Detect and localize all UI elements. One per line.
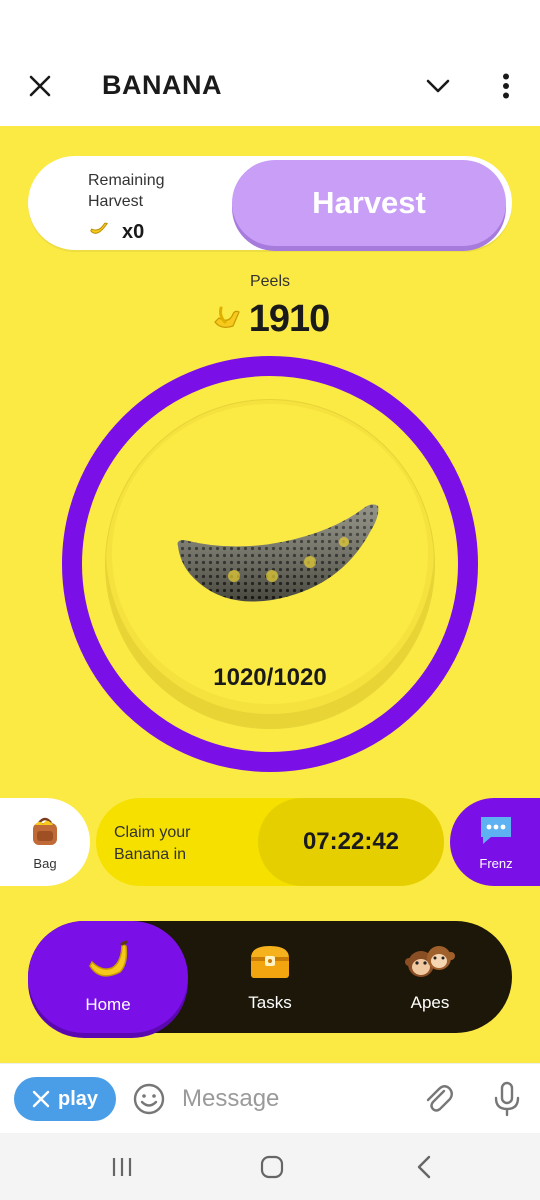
remaining-harvest-value: x0 (88, 218, 144, 246)
nav-home-label: Home (85, 994, 131, 1014)
close-icon[interactable] (22, 68, 58, 104)
nav-tasks-label: Tasks (248, 992, 292, 1012)
play-button[interactable]: play (14, 1077, 116, 1121)
banana-peel-icon (211, 302, 243, 337)
frenz-label: Frenz (479, 856, 513, 871)
page-title: BANANA (102, 70, 222, 100)
chevron-down-icon[interactable] (420, 68, 456, 104)
nav-apes[interactable]: Apes (350, 921, 510, 1033)
message-input[interactable] (182, 1080, 402, 1118)
claim-bar: Claim your Banana in 07:22:42 (96, 798, 444, 886)
peels-balance: 1910 (0, 298, 540, 341)
message-bar: play (0, 1063, 540, 1133)
recent-apps-icon[interactable] (102, 1151, 142, 1183)
play-label: play (57, 1087, 99, 1110)
emoji-icon[interactable] (132, 1082, 166, 1116)
app-header: BANANA (0, 48, 540, 126)
bag-button[interactable]: Bag (0, 798, 90, 886)
nav-tasks[interactable]: Tasks (190, 921, 350, 1033)
attachment-icon[interactable] (422, 1082, 456, 1116)
banana-icon (88, 218, 110, 246)
energy-counter: 1020/1020 (213, 664, 327, 691)
back-icon[interactable] (404, 1151, 444, 1183)
peels-label: Peels (249, 273, 291, 290)
peels-value: 1910 (248, 298, 331, 340)
harvest-card: Remaining Harvest x0 Harvest (28, 156, 512, 250)
claim-timer[interactable]: 07:22:42 (258, 798, 444, 886)
close-icon (32, 1090, 50, 1108)
remaining-harvest-label: Remaining Harvest (88, 172, 165, 210)
bag-icon (27, 813, 63, 854)
chat-bubble-icon (477, 813, 515, 852)
system-nav-bar (0, 1133, 540, 1200)
claim-text: Claim your Banana in (114, 824, 191, 863)
more-vert-icon[interactable] (490, 68, 522, 104)
monkeys-icon (404, 942, 456, 987)
banana-image[interactable] (172, 496, 384, 626)
remaining-count: x0 (122, 220, 145, 243)
home-icon[interactable] (252, 1151, 292, 1183)
harvest-button[interactable]: Harvest (232, 160, 506, 246)
treasure-chest-icon (247, 942, 293, 987)
bag-label: Bag (33, 856, 57, 871)
nav-home[interactable]: Home (28, 921, 188, 1033)
banana-icon (84, 940, 132, 989)
bottom-nav: Home Tasks Apes (28, 921, 512, 1033)
nav-apes-label: Apes (410, 992, 450, 1012)
microphone-icon[interactable] (490, 1080, 524, 1118)
frenz-button[interactable]: Frenz (450, 798, 540, 886)
game-area: Remaining Harvest x0 Harvest Peels 1910 (0, 126, 540, 1063)
